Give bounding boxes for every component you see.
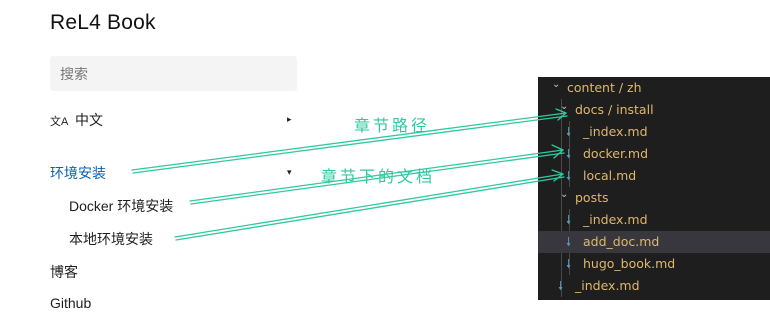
chevron-down-icon: ⌄ <box>552 79 561 90</box>
markdown-file-icon: 🠗 <box>566 257 572 271</box>
tree-row-label: posts <box>575 190 609 205</box>
tree-folder-posts[interactable]: ⌄ posts <box>538 187 770 209</box>
markdown-file-icon: 🠗 <box>566 213 572 227</box>
tree-row-label: _index.md <box>583 212 648 227</box>
annotation-chapter-path: 章节路径 <box>354 116 431 135</box>
tree-folder-docs-install[interactable]: ⌄ docs / install <box>538 99 770 121</box>
markdown-file-icon: 🠗 <box>566 147 572 161</box>
tree-file-install-index[interactable]: 🠗 _index.md <box>538 121 770 143</box>
tree-row-label: local.md <box>583 168 637 183</box>
chevron-down-icon: ⌄ <box>560 101 569 112</box>
install-caret-icon[interactable]: ▾ <box>287 167 292 178</box>
chevron-down-icon: ⌄ <box>560 189 569 200</box>
arrow-install-to-folder <box>131 112 567 171</box>
sidebar-item-docker-install[interactable]: Docker 环境安装 <box>69 196 173 216</box>
markdown-file-icon: 🠗 <box>558 279 564 293</box>
markdown-file-icon: 🠗 <box>566 235 572 249</box>
tree-file-zh-index[interactable]: 🠗 _index.md <box>538 275 770 297</box>
sidebar-item-github[interactable]: Github <box>50 295 91 311</box>
language-caret-icon[interactable]: ▸ <box>287 114 292 125</box>
tree-file-posts-index[interactable]: 🠗 _index.md <box>538 209 770 231</box>
tree-row-label: content / zh <box>567 80 642 95</box>
sidebar-item-blog[interactable]: 博客 <box>50 262 78 282</box>
annotation-chapter-docs: 章节下的文档 <box>321 167 436 186</box>
tree-file-hugo-book[interactable]: 🠗 hugo_book.md <box>538 253 770 275</box>
tree-file-docker[interactable]: 🠗 docker.md <box>538 143 770 165</box>
markdown-file-icon: 🠗 <box>566 125 572 139</box>
site-title[interactable]: ReL4 Book <box>50 11 156 35</box>
language-icon: 文A <box>50 116 69 128</box>
tree-file-local[interactable]: 🠗 local.md <box>538 165 770 187</box>
tree-row-label: _index.md <box>583 124 648 139</box>
tree-folder-content-zh[interactable]: ⌄ content / zh <box>538 77 770 99</box>
tree-row-label: add_doc.md <box>583 234 660 249</box>
language-selector[interactable]: 中文 <box>75 110 103 130</box>
tree-row-label: hugo_book.md <box>583 256 676 271</box>
tree-row-label: _index.md <box>575 278 640 293</box>
sidebar-item-install[interactable]: 环境安装 <box>50 163 106 183</box>
tree-file-add-doc[interactable]: 🠗 add_doc.md <box>538 231 770 253</box>
search-input[interactable] <box>50 56 297 91</box>
tree-row-label: docker.md <box>583 146 649 161</box>
file-tree-panel: ⌄ content / zh ⌄ docs / install 🠗 _index… <box>538 77 770 300</box>
tree-row-label: docs / install <box>575 102 654 117</box>
sidebar-item-local-install[interactable]: 本地环境安装 <box>69 229 153 249</box>
